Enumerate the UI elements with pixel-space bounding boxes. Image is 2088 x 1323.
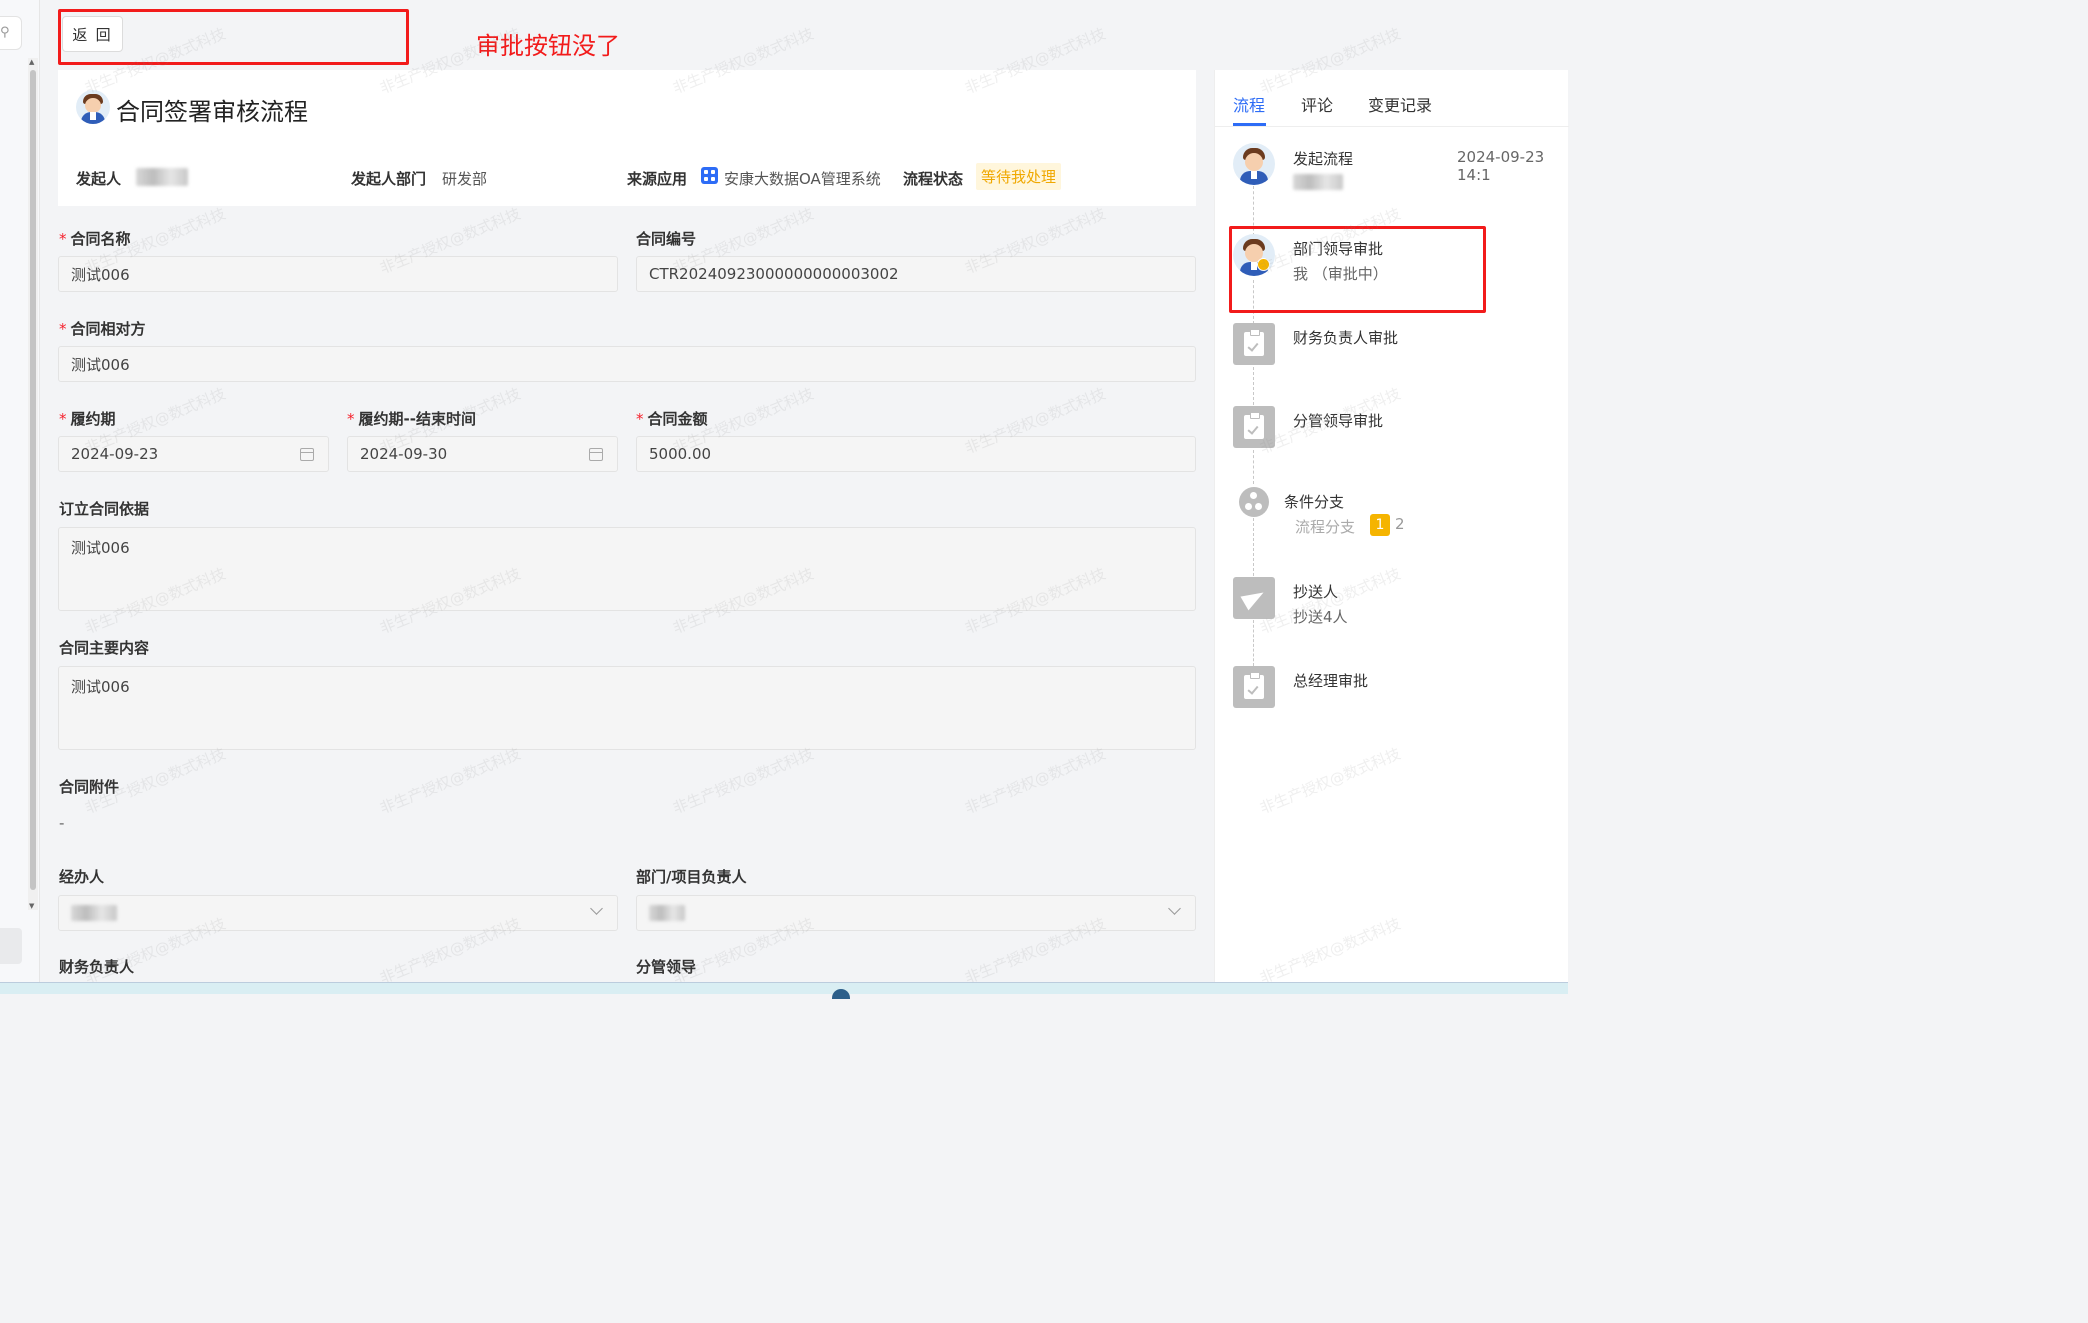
left-sidebar-strip: ⚲ ▲ ▼	[0, 0, 40, 982]
contract-name-label: * 合同名称	[59, 230, 131, 248]
content-textarea[interactable]: 测试006	[58, 666, 1196, 750]
initiator-avatar-icon	[1233, 143, 1275, 185]
basis-label: 订立合同依据	[59, 500, 150, 518]
initiator-name-redacted	[136, 168, 188, 186]
required-mark: *	[636, 410, 644, 428]
chevron-down-icon	[1168, 902, 1181, 915]
tab-divider	[1215, 126, 1569, 127]
required-mark: *	[59, 320, 67, 338]
step-title: 发起流程	[1293, 150, 1354, 168]
attachment-value: -	[59, 814, 65, 832]
watermark: 非生产授权@数式科技	[377, 744, 524, 818]
step-branch-label: 流程分支	[1295, 518, 1356, 536]
amount-label: * 合同金额	[636, 410, 708, 428]
step-status: 我 （审批中）	[1293, 265, 1388, 283]
contract-no-field[interactable]: CTR20240923000000000003002	[636, 256, 1196, 292]
flow-status-label: 流程状态	[903, 170, 964, 188]
timeline-connector	[1253, 367, 1254, 405]
attachment-label: 合同附件	[59, 778, 120, 796]
step-title: 分管领导审批	[1293, 412, 1384, 430]
pending-clock-icon	[1257, 258, 1270, 271]
dept-head-value-redacted	[649, 905, 685, 921]
search-button[interactable]: ⚲	[0, 16, 22, 50]
counterparty-field[interactable]: 测试006	[58, 346, 1196, 382]
period-end-label: * 履约期--结束时间	[347, 410, 476, 428]
period-start-label: * 履约期	[59, 410, 116, 428]
branch-icon	[1239, 487, 1269, 517]
watermark: 非生产授权@数式科技	[670, 744, 817, 818]
initiator-name-redacted	[1293, 174, 1343, 190]
flow-header-card: 合同签署审核流程 发起人 发起人部门 研发部 来源应用 安康大数据OA管理系统 …	[58, 70, 1196, 206]
period-end-value: 2024-09-30	[360, 445, 448, 463]
calendar-icon[interactable]	[300, 448, 314, 461]
required-mark: *	[59, 230, 67, 248]
status-badge: 等待我处理	[976, 163, 1062, 190]
avatar-icon	[76, 90, 110, 124]
dept-head-label: 部门/项目负责人	[636, 868, 747, 886]
sidebar-tile[interactable]	[0, 928, 22, 964]
timeline-connector	[1253, 450, 1254, 484]
amount-field[interactable]: 5000.00	[636, 436, 1196, 472]
contract-name-field[interactable]: 测试006	[58, 256, 618, 292]
leader-label: 分管领导	[636, 958, 697, 976]
source-app-value: 安康大数据OA管理系统	[724, 170, 881, 188]
paper-plane-icon	[1233, 577, 1275, 619]
step-title: 抄送人	[1293, 583, 1339, 601]
scrollbar[interactable]: ▲ ▼	[28, 58, 38, 910]
scroll-down-arrow-icon[interactable]: ▼	[29, 902, 34, 910]
app-grid-icon	[701, 167, 718, 184]
content-label: 合同主要内容	[59, 639, 150, 657]
clipboard-check-icon	[1233, 406, 1275, 448]
tab-change-log[interactable]: 变更记录	[1368, 92, 1432, 116]
handler-label: 经办人	[59, 868, 105, 886]
taskbar-app-icon[interactable]	[832, 989, 850, 999]
scrollbar-thumb[interactable]	[30, 70, 36, 890]
timeline-connector	[1253, 186, 1254, 236]
timeline-connector	[1253, 620, 1254, 666]
dept-label: 发起人部门	[351, 170, 427, 188]
branch-option-2[interactable]: 2	[1395, 515, 1405, 533]
dept-value: 研发部	[442, 170, 488, 188]
approver-avatar-icon	[1233, 234, 1275, 276]
handler-select[interactable]	[58, 895, 618, 931]
period-end-date-picker[interactable]: 2024-09-30	[347, 436, 618, 472]
step-title: 条件分支	[1284, 493, 1345, 511]
calendar-icon[interactable]	[589, 448, 603, 461]
watermark: 非生产授权@数式科技	[962, 744, 1109, 818]
tab-comments[interactable]: 评论	[1301, 92, 1333, 116]
tab-flow[interactable]: 流程	[1233, 92, 1265, 116]
dept-head-select[interactable]	[636, 895, 1196, 931]
contract-no-label: 合同编号	[636, 230, 697, 248]
handler-value-redacted	[71, 905, 117, 921]
step-time: 2024-09-23 14:1	[1457, 148, 1545, 184]
period-start-value: 2024-09-23	[71, 445, 159, 463]
chevron-down-icon	[590, 902, 603, 915]
scroll-up-arrow-icon[interactable]: ▲	[29, 58, 34, 66]
page-title: 合同签署审核流程	[116, 98, 308, 126]
back-button[interactable]: 返 回	[62, 16, 123, 52]
initiator-label: 发起人	[76, 170, 122, 188]
step-title: 财务负责人审批	[1293, 329, 1399, 347]
search-icon: ⚲	[0, 25, 10, 40]
annotation-text: 审批按钮没了	[476, 32, 620, 60]
timeline-connector	[1253, 518, 1254, 576]
required-mark: *	[59, 410, 67, 428]
finance-head-label: 财务负责人	[59, 958, 135, 976]
step-cc-count: 抄送4人	[1293, 608, 1348, 626]
branch-option-1[interactable]: 1	[1370, 514, 1390, 536]
clipboard-check-icon	[1233, 666, 1275, 708]
timeline-connector	[1253, 280, 1254, 324]
flow-side-panel: 流程 评论 变更记录 发起流程 2024-09-23 14:1 部门领导审批 我…	[1214, 70, 1569, 982]
basis-textarea[interactable]: 测试006	[58, 527, 1196, 611]
step-title: 总经理审批	[1293, 672, 1369, 690]
taskbar	[0, 982, 1568, 999]
source-app-label: 来源应用	[627, 170, 688, 188]
required-mark: *	[347, 410, 355, 428]
period-start-date-picker[interactable]: 2024-09-23	[58, 436, 329, 472]
step-title: 部门领导审批	[1293, 240, 1384, 258]
clipboard-check-icon	[1233, 323, 1275, 365]
counterparty-label: * 合同相对方	[59, 320, 146, 338]
